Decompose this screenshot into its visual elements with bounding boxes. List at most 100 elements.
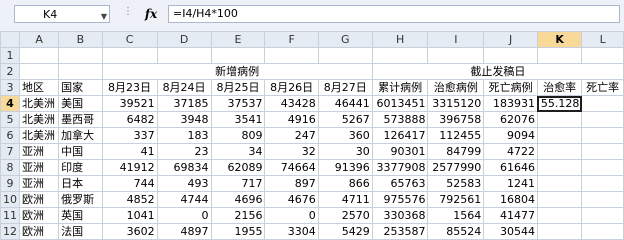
- cell-cumulative[interactable]: 975576: [371, 191, 429, 208]
- column-header-i[interactable]: I: [427, 31, 485, 48]
- row-header-7[interactable]: 7: [0, 143, 20, 160]
- cell-recovered[interactable]: 396758: [427, 111, 485, 128]
- cell-recovered[interactable]: 792561: [427, 191, 485, 208]
- cell-region[interactable]: 北美洲: [18, 95, 60, 112]
- cell-country[interactable]: 印度: [58, 159, 103, 176]
- cell[interactable]: [210, 47, 266, 64]
- cell-cumulative[interactable]: 330368: [371, 207, 429, 224]
- cell-new-cases[interactable]: 3304: [264, 223, 319, 240]
- cell-cumulative[interactable]: 65763: [371, 175, 429, 192]
- cell-new-cases[interactable]: 41: [101, 143, 158, 160]
- cell-country[interactable]: 美国: [58, 95, 103, 112]
- cell-region[interactable]: 北美洲: [18, 111, 60, 128]
- row-header-4[interactable]: 4: [0, 95, 20, 112]
- cell-new-cases[interactable]: 247: [264, 127, 319, 144]
- cell-death-rate[interactable]: [581, 191, 624, 208]
- cell-new-cases[interactable]: 3948: [156, 111, 212, 128]
- cell-new-cases[interactable]: 866: [317, 175, 373, 192]
- cell-new-cases[interactable]: 62089: [210, 159, 266, 176]
- cell-new-cases[interactable]: 1041: [101, 207, 158, 224]
- cell[interactable]: [317, 47, 373, 64]
- cell-death-rate[interactable]: [581, 127, 624, 144]
- cell-deaths[interactable]: 4722: [483, 143, 538, 160]
- insert-function-button[interactable]: fx: [140, 4, 162, 24]
- name-box[interactable]: K4 ▼: [14, 5, 110, 23]
- cell-new-cases[interactable]: 3541: [210, 111, 266, 128]
- cell-death-rate[interactable]: [581, 207, 624, 224]
- cell-new-cases[interactable]: 4916: [264, 111, 319, 128]
- cell-new-cases[interactable]: 4711: [317, 191, 373, 208]
- cell-deaths[interactable]: 1241: [483, 175, 538, 192]
- cell-recovered[interactable]: 2577990: [427, 159, 485, 176]
- cell-new-cases-header[interactable]: 新增病例: [101, 63, 373, 80]
- cell-region[interactable]: 欧洲: [18, 223, 60, 240]
- cell-date-header[interactable]: 8月27日: [317, 79, 373, 96]
- cell-new-cases[interactable]: 39521: [101, 95, 158, 112]
- cell-death-rate-header[interactable]: 死亡率: [581, 79, 624, 96]
- cell-region[interactable]: 北美洲: [18, 127, 60, 144]
- cell-new-cases[interactable]: 493: [156, 175, 212, 192]
- cell-region[interactable]: 亚洲: [18, 159, 60, 176]
- cell-death-rate[interactable]: [581, 175, 624, 192]
- cell-as-of-header[interactable]: 截止发稿日: [371, 63, 624, 80]
- cell-recovery-rate[interactable]: [536, 111, 583, 128]
- cell-new-cases[interactable]: 4676: [264, 191, 319, 208]
- cell-recovery-rate[interactable]: [536, 191, 583, 208]
- cell-region[interactable]: 亚洲: [18, 175, 60, 192]
- cell[interactable]: [58, 63, 103, 80]
- cell-death-rate[interactable]: [581, 95, 624, 112]
- row-header-5[interactable]: 5: [0, 111, 20, 128]
- cell-new-cases[interactable]: 4852: [101, 191, 158, 208]
- cell-date-header[interactable]: 8月24日: [156, 79, 212, 96]
- cell-deaths[interactable]: 183931: [483, 95, 538, 112]
- cell-cumulative[interactable]: 253587: [371, 223, 429, 240]
- cell-deaths[interactable]: 61646: [483, 159, 538, 176]
- cell-new-cases[interactable]: 91396: [317, 159, 373, 176]
- cell-new-cases[interactable]: 74664: [264, 159, 319, 176]
- row-header-8[interactable]: 8: [0, 159, 20, 176]
- cell-new-cases[interactable]: 37185: [156, 95, 212, 112]
- cell-recovered[interactable]: 52583: [427, 175, 485, 192]
- column-header-d[interactable]: D: [156, 31, 212, 48]
- column-header-f[interactable]: F: [264, 31, 319, 48]
- cell-recovered[interactable]: 84799: [427, 143, 485, 160]
- cell-recovery-rate[interactable]: [536, 127, 583, 144]
- cell-cumulative[interactable]: 573888: [371, 111, 429, 128]
- cell-recovered[interactable]: 1564: [427, 207, 485, 224]
- cell-deaths[interactable]: 30544: [483, 223, 538, 240]
- cell[interactable]: [427, 47, 485, 64]
- cell-new-cases[interactable]: 1955: [210, 223, 266, 240]
- cell-recovered-header[interactable]: 治愈病例: [427, 79, 485, 96]
- cell-region-header[interactable]: 地区: [18, 79, 60, 96]
- column-header-e[interactable]: E: [210, 31, 266, 48]
- cell-new-cases[interactable]: 30: [317, 143, 373, 160]
- cell[interactable]: [58, 47, 103, 64]
- row-header-10[interactable]: 10: [0, 191, 20, 208]
- column-header-k[interactable]: K: [536, 31, 583, 48]
- row-header-12[interactable]: 12: [0, 223, 20, 240]
- cell-new-cases[interactable]: 34: [210, 143, 266, 160]
- cell-country[interactable]: 英国: [58, 207, 103, 224]
- cell-region[interactable]: 欧洲: [18, 207, 60, 224]
- cell-new-cases[interactable]: 4897: [156, 223, 212, 240]
- cell[interactable]: [536, 47, 583, 64]
- column-header-g[interactable]: G: [317, 31, 373, 48]
- cell-cumulative[interactable]: 90301: [371, 143, 429, 160]
- cell-new-cases[interactable]: 37537: [210, 95, 266, 112]
- cell-death-rate[interactable]: [581, 143, 624, 160]
- cell[interactable]: [101, 47, 158, 64]
- cell-deaths[interactable]: 9094: [483, 127, 538, 144]
- cell-new-cases[interactable]: 3602: [101, 223, 158, 240]
- cell[interactable]: [483, 47, 538, 64]
- chevron-down-icon[interactable]: ▼: [101, 9, 107, 24]
- cell-date-header[interactable]: 8月26日: [264, 79, 319, 96]
- cell-region[interactable]: 欧洲: [18, 191, 60, 208]
- cell-country[interactable]: 中国: [58, 143, 103, 160]
- cell[interactable]: [581, 47, 624, 64]
- cell-country[interactable]: 法国: [58, 223, 103, 240]
- cell-cumulative[interactable]: 3377908: [371, 159, 429, 176]
- cell-new-cases[interactable]: 744: [101, 175, 158, 192]
- cell-new-cases[interactable]: 43428: [264, 95, 319, 112]
- cell-new-cases[interactable]: 717: [210, 175, 266, 192]
- formula-input[interactable]: =I4/H4*100: [168, 5, 620, 23]
